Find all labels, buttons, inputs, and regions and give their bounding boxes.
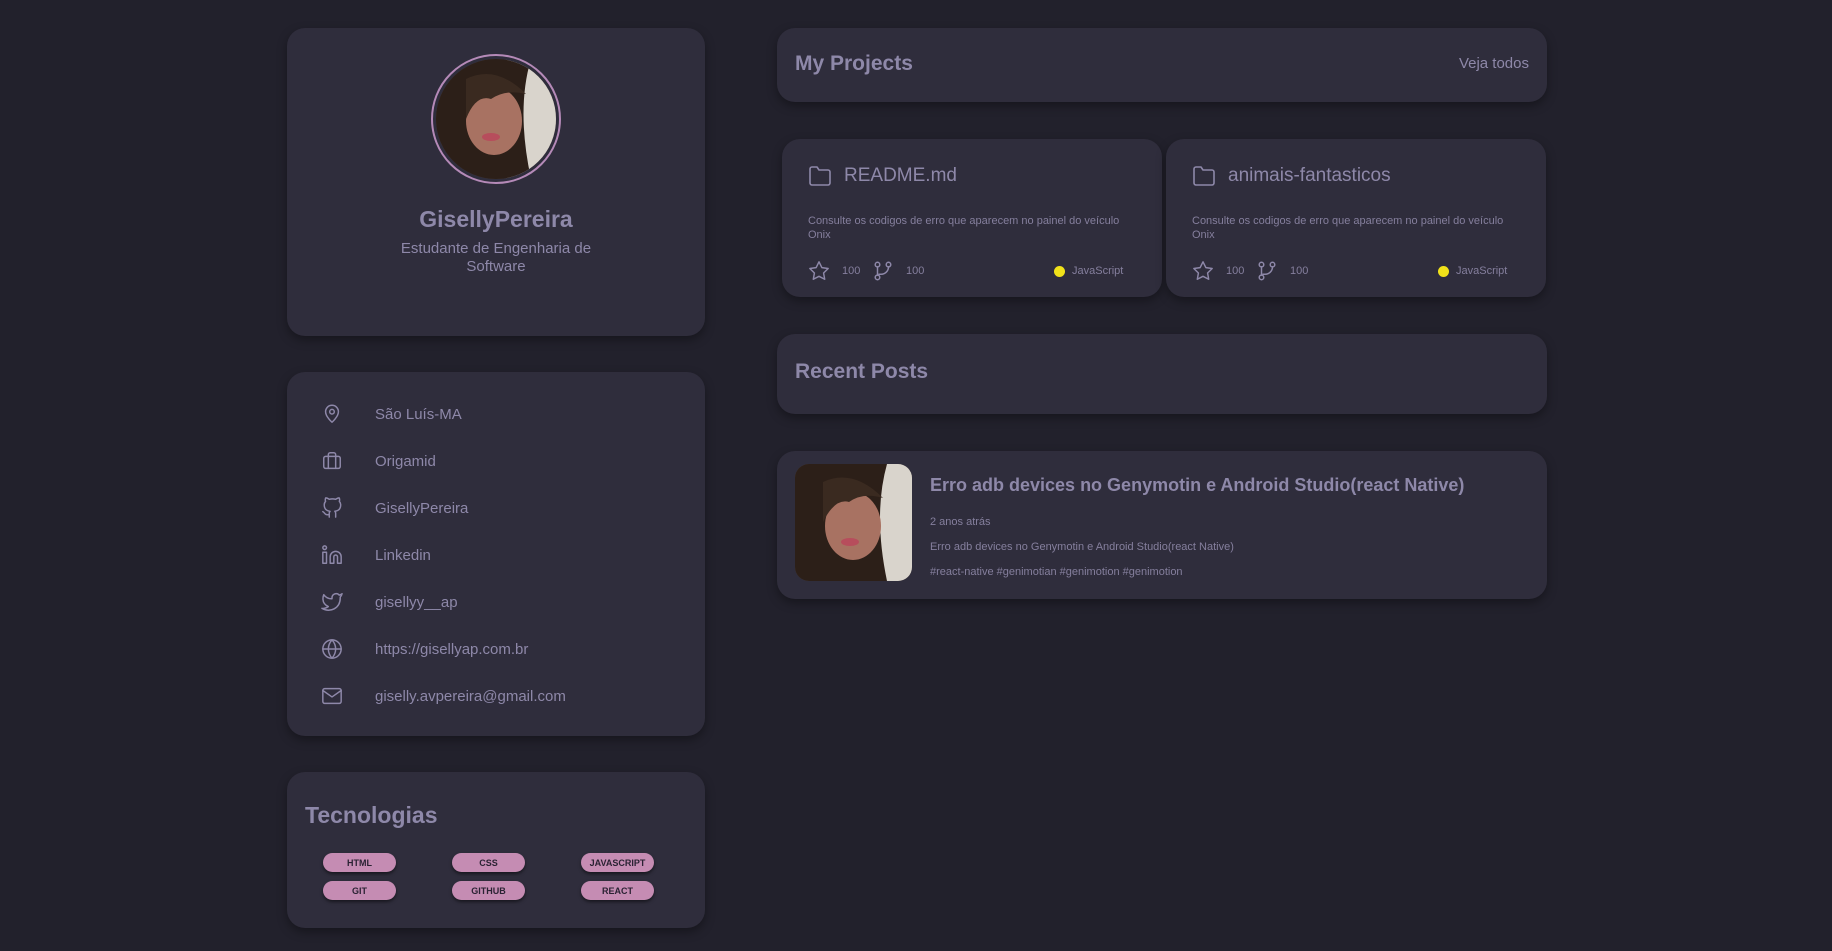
info-email[interactable]: giselly.avpereira@gmail.com bbox=[321, 681, 681, 711]
map-pin-icon bbox=[321, 403, 343, 425]
language-dot bbox=[1438, 266, 1449, 277]
info-location: São Luís-MA bbox=[321, 399, 681, 429]
star-icon bbox=[1193, 261, 1213, 280]
post-thumbnail bbox=[795, 464, 912, 581]
profile-name: GisellyPereira bbox=[419, 206, 573, 232]
info-website[interactable]: https://gisellyap.com.br bbox=[321, 634, 681, 664]
project-meta: 100 100 JavaScript bbox=[1192, 260, 1522, 282]
post-body: Erro adb devices no Genymotin e Android … bbox=[930, 541, 1234, 553]
avatar bbox=[431, 54, 561, 184]
post-card[interactable]: Erro adb devices no Genymotin e Android … bbox=[777, 451, 1547, 599]
project-description: Consulte os codigos de erro que aparecem… bbox=[1192, 215, 1504, 241]
tech-title: Tecnologias bbox=[305, 802, 438, 828]
tech-tag-github: GITHUB bbox=[452, 881, 525, 900]
info-github[interactable]: GisellyPereira bbox=[321, 493, 681, 523]
git-fork-icon bbox=[874, 261, 892, 281]
info-linkedin-label: Linkedin bbox=[375, 546, 431, 564]
tech-tag-react: REACT bbox=[581, 881, 654, 900]
project-language: JavaScript bbox=[1072, 265, 1124, 277]
project-card[interactable]: README.md Consulte os codigos de erro qu… bbox=[782, 139, 1162, 297]
profile-card: GisellyPereira Estudante de Engenharia d… bbox=[287, 28, 705, 336]
project-forks: 100 bbox=[906, 265, 925, 277]
project-title: README.md bbox=[844, 165, 957, 186]
folder-icon bbox=[1192, 165, 1216, 187]
git-fork-icon bbox=[1258, 261, 1276, 281]
info-website-label: https://gisellyap.com.br bbox=[375, 640, 529, 658]
project-forks: 100 bbox=[1290, 265, 1309, 277]
project-title: animais-fantasticos bbox=[1228, 165, 1391, 186]
tech-tag-html: HTML bbox=[323, 853, 396, 872]
project-language: JavaScript bbox=[1456, 265, 1508, 277]
project-description: Consulte os codigos de erro que aparecem… bbox=[808, 215, 1120, 241]
info-email-label: giselly.avpereira@gmail.com bbox=[375, 687, 566, 705]
tech-tag-css: CSS bbox=[452, 853, 525, 872]
post-date: 2 anos atrás bbox=[930, 516, 991, 528]
projects-header: My Projects Veja todos bbox=[777, 28, 1547, 102]
info-location-label: São Luís-MA bbox=[375, 405, 462, 423]
projects-title: My Projects bbox=[795, 52, 913, 75]
tech-tag-javascript: JAVASCRIPT bbox=[581, 853, 654, 872]
info-linkedin[interactable]: Linkedin bbox=[321, 540, 681, 570]
star-icon bbox=[809, 261, 829, 280]
project-meta: 100 100 JavaScript bbox=[808, 260, 1138, 282]
globe-icon bbox=[321, 638, 343, 660]
folder-icon bbox=[808, 165, 832, 187]
info-twitter-label: gisellyy__ap bbox=[375, 593, 458, 611]
project-stars: 100 bbox=[842, 265, 861, 277]
posts-title: Recent Posts bbox=[795, 360, 929, 383]
post-tags: #react-native #genimotian #genimotion #g… bbox=[930, 566, 1183, 578]
info-twitter[interactable]: gisellyy__ap bbox=[321, 587, 681, 617]
info-company-label: Origamid bbox=[375, 452, 436, 470]
mail-icon bbox=[321, 685, 343, 707]
info-github-label: GisellyPereira bbox=[375, 499, 469, 517]
project-card[interactable]: animais-fantasticos Consulte os codigos … bbox=[1166, 139, 1546, 297]
github-icon bbox=[321, 497, 343, 519]
posts-header: Recent Posts bbox=[777, 334, 1547, 414]
info-company: Origamid bbox=[321, 446, 681, 476]
avatar-photo bbox=[436, 59, 556, 179]
tech-tag-git: GIT bbox=[323, 881, 396, 900]
profile-role: Estudante de Engenharia de Software bbox=[400, 240, 592, 275]
language-dot bbox=[1054, 266, 1065, 277]
briefcase-icon bbox=[321, 450, 343, 472]
info-card: São Luís-MA Origamid GisellyPereira Link… bbox=[287, 372, 705, 736]
see-all-link[interactable]: Veja todos bbox=[1459, 55, 1529, 72]
project-stars: 100 bbox=[1226, 265, 1245, 277]
twitter-icon bbox=[321, 591, 343, 613]
post-title[interactable]: Erro adb devices no Genymotin e Android … bbox=[930, 475, 1464, 496]
linkedin-icon bbox=[321, 544, 343, 566]
tech-card: Tecnologias HTML CSS JAVASCRIPT GIT GITH… bbox=[287, 772, 705, 928]
